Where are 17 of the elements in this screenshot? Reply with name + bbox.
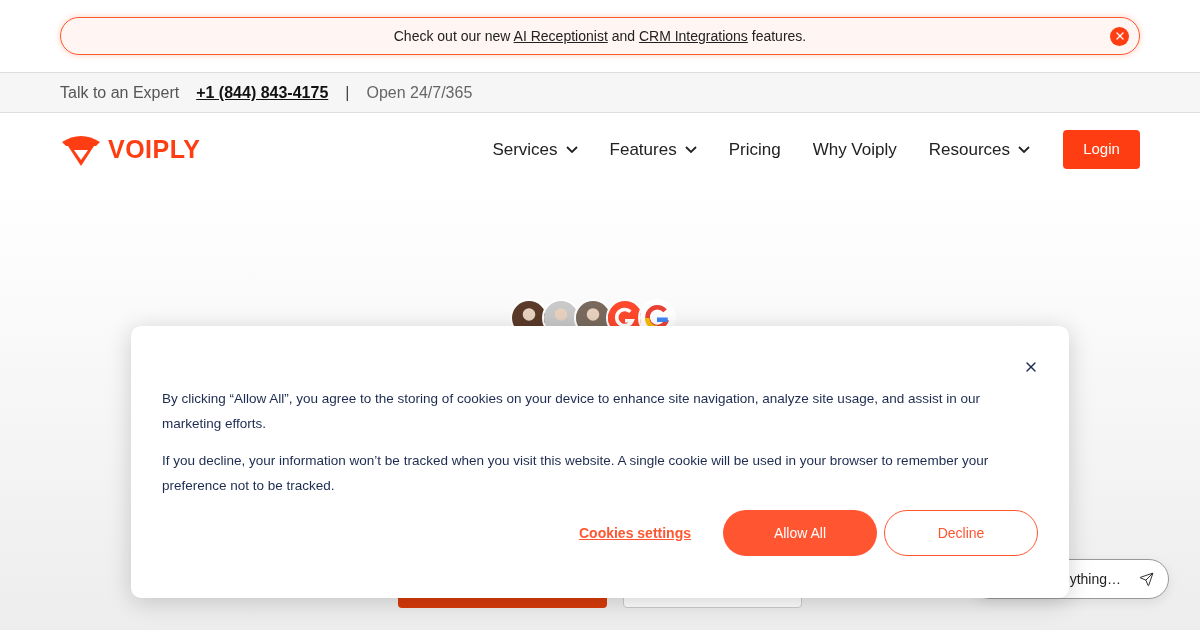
hours-text: Open 24/7/365 <box>366 82 473 103</box>
nav-link[interactable]: Resources <box>912 136 1046 163</box>
separator: | <box>345 82 350 103</box>
login-button[interactable]: Login <box>1063 130 1140 169</box>
send-icon <box>1139 571 1154 587</box>
brand-name: VOIPLY <box>108 133 201 165</box>
cookie-text: By clicking “Allow All”, you agree to the storing of cookies on your device to enhance site navigation, analyze site usage, and assist in our marketing efforts. <box>162 390 981 433</box>
announcement-text: Check out our new AI Receptionist and CRM Integrations features. <box>393 26 807 46</box>
cookie-text: If you decline, your information won’t be tracked when you visit this website. A single cookie will be used in your browser to remember your preference not to be tracked. <box>162 452 990 495</box>
phone-link[interactable]: +1 (844) 843-4175 <box>196 80 329 105</box>
nav-link[interactable]: Features <box>593 136 713 163</box>
expert-label: Talk to an Expert <box>60 82 180 103</box>
ai-receptionist-link[interactable]: AI Receptionist <box>513 27 608 44</box>
nav-link[interactable]: Why Voiply <box>796 136 913 163</box>
nav-link[interactable]: Pricing <box>712 136 797 163</box>
nav-link[interactable]: Services <box>476 136 594 163</box>
crm-integrations-link[interactable]: CRM Integrations <box>638 27 748 44</box>
